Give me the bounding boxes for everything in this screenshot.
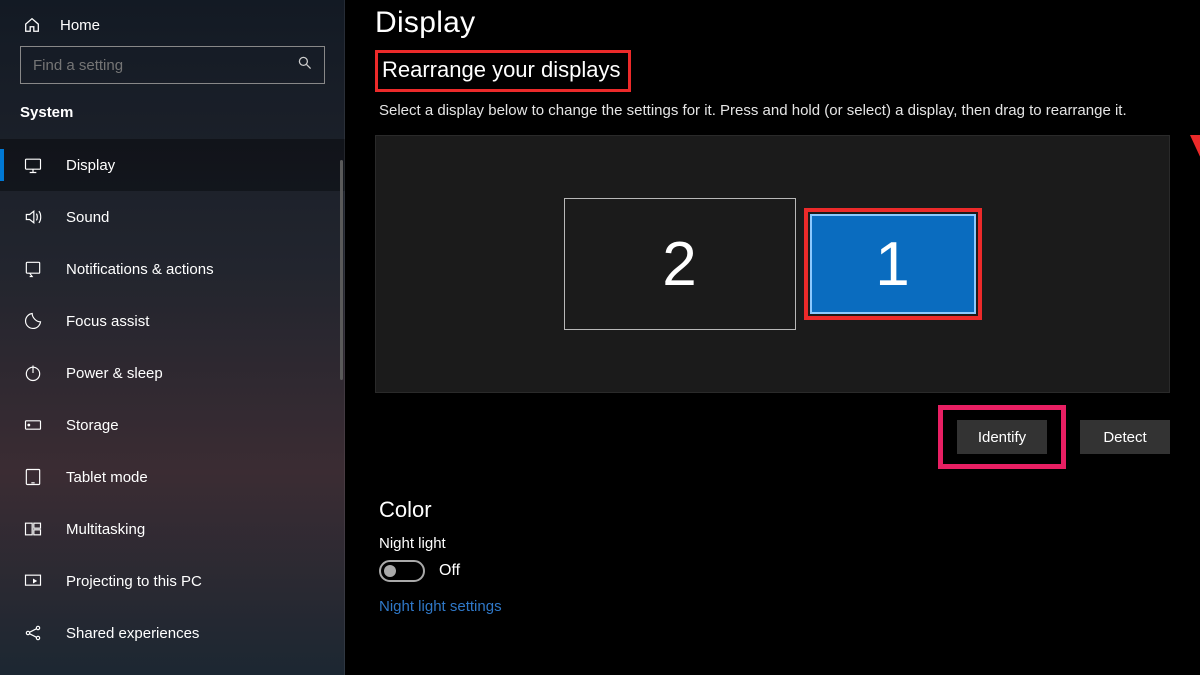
storage-icon — [22, 415, 44, 435]
display-icon — [22, 155, 44, 175]
annotation-arrow-icon — [1190, 40, 1200, 200]
night-light-toggle[interactable] — [379, 560, 425, 582]
sidebar-item-focus-assist[interactable]: Focus assist — [0, 295, 345, 347]
identify-highlight: Identify — [938, 405, 1066, 469]
sidebar-item-display[interactable]: Display — [0, 139, 345, 191]
tablet-icon — [22, 467, 44, 487]
home-icon — [22, 16, 42, 34]
sidebar-item-shared-experiences[interactable]: Shared experiences — [0, 607, 345, 659]
identify-button[interactable]: Identify — [957, 420, 1047, 454]
sidebar-item-notifications[interactable]: Notifications & actions — [0, 243, 345, 295]
sidebar-item-label: Projecting to this PC — [66, 573, 202, 590]
monitor-1[interactable]: 1 — [810, 214, 976, 314]
color-heading: Color — [375, 469, 1170, 535]
search-container — [0, 46, 345, 98]
display-arrangement-area[interactable]: 2 1 — [375, 135, 1170, 393]
sound-icon — [22, 207, 44, 227]
search-icon — [297, 55, 313, 71]
night-light-label: Night light — [375, 535, 1170, 552]
settings-window: Home System Display — [0, 0, 1200, 675]
projecting-icon — [22, 571, 44, 591]
night-light-state: Off — [439, 562, 460, 580]
multitasking-icon — [22, 519, 44, 539]
notifications-icon — [22, 259, 44, 279]
sidebar-item-label: Power & sleep — [66, 365, 163, 382]
sidebar-item-label: Focus assist — [66, 313, 149, 330]
home-label: Home — [60, 17, 100, 34]
sidebar-item-label: Sound — [66, 209, 109, 226]
sidebar-item-multitasking[interactable]: Multitasking — [0, 503, 345, 555]
display-buttons-row: Identify Detect — [375, 393, 1170, 469]
monitor-1-label: 1 — [875, 229, 909, 300]
sidebar-nav: Display Sound Notifications & actions Fo… — [0, 139, 345, 659]
focus-assist-icon — [22, 311, 44, 331]
rearrange-heading: Rearrange your displays — [375, 50, 631, 92]
monitor-2[interactable]: 2 — [564, 198, 796, 330]
sidebar-item-label: Display — [66, 157, 115, 174]
sidebar-scrollbar[interactable] — [340, 160, 343, 380]
monitor-1-highlight: 1 — [804, 208, 982, 320]
main-content: Display Rearrange your displays Select a… — [345, 0, 1200, 675]
sidebar-section-label: System — [0, 98, 345, 139]
page-title: Display — [375, 0, 1170, 50]
sidebar-item-sound[interactable]: Sound — [0, 191, 345, 243]
home-nav[interactable]: Home — [0, 8, 345, 46]
sidebar: Home System Display — [0, 0, 345, 675]
sidebar-item-tablet-mode[interactable]: Tablet mode — [0, 451, 345, 503]
sidebar-item-label: Notifications & actions — [66, 261, 214, 278]
monitor-2-label: 2 — [662, 229, 696, 300]
rearrange-description: Select a display below to change the set… — [375, 92, 1170, 119]
sidebar-item-label: Multitasking — [66, 521, 145, 538]
sidebar-item-label: Tablet mode — [66, 469, 148, 486]
sidebar-item-storage[interactable]: Storage — [0, 399, 345, 451]
sidebar-item-label: Storage — [66, 417, 119, 434]
sidebar-item-projecting[interactable]: Projecting to this PC — [0, 555, 345, 607]
sidebar-item-power-sleep[interactable]: Power & sleep — [0, 347, 345, 399]
power-icon — [22, 363, 44, 383]
detect-button[interactable]: Detect — [1080, 420, 1170, 454]
search-input[interactable] — [20, 46, 325, 84]
sidebar-item-label: Shared experiences — [66, 625, 199, 642]
night-light-settings-link[interactable]: Night light settings — [375, 582, 502, 615]
shared-experiences-icon — [22, 623, 44, 643]
